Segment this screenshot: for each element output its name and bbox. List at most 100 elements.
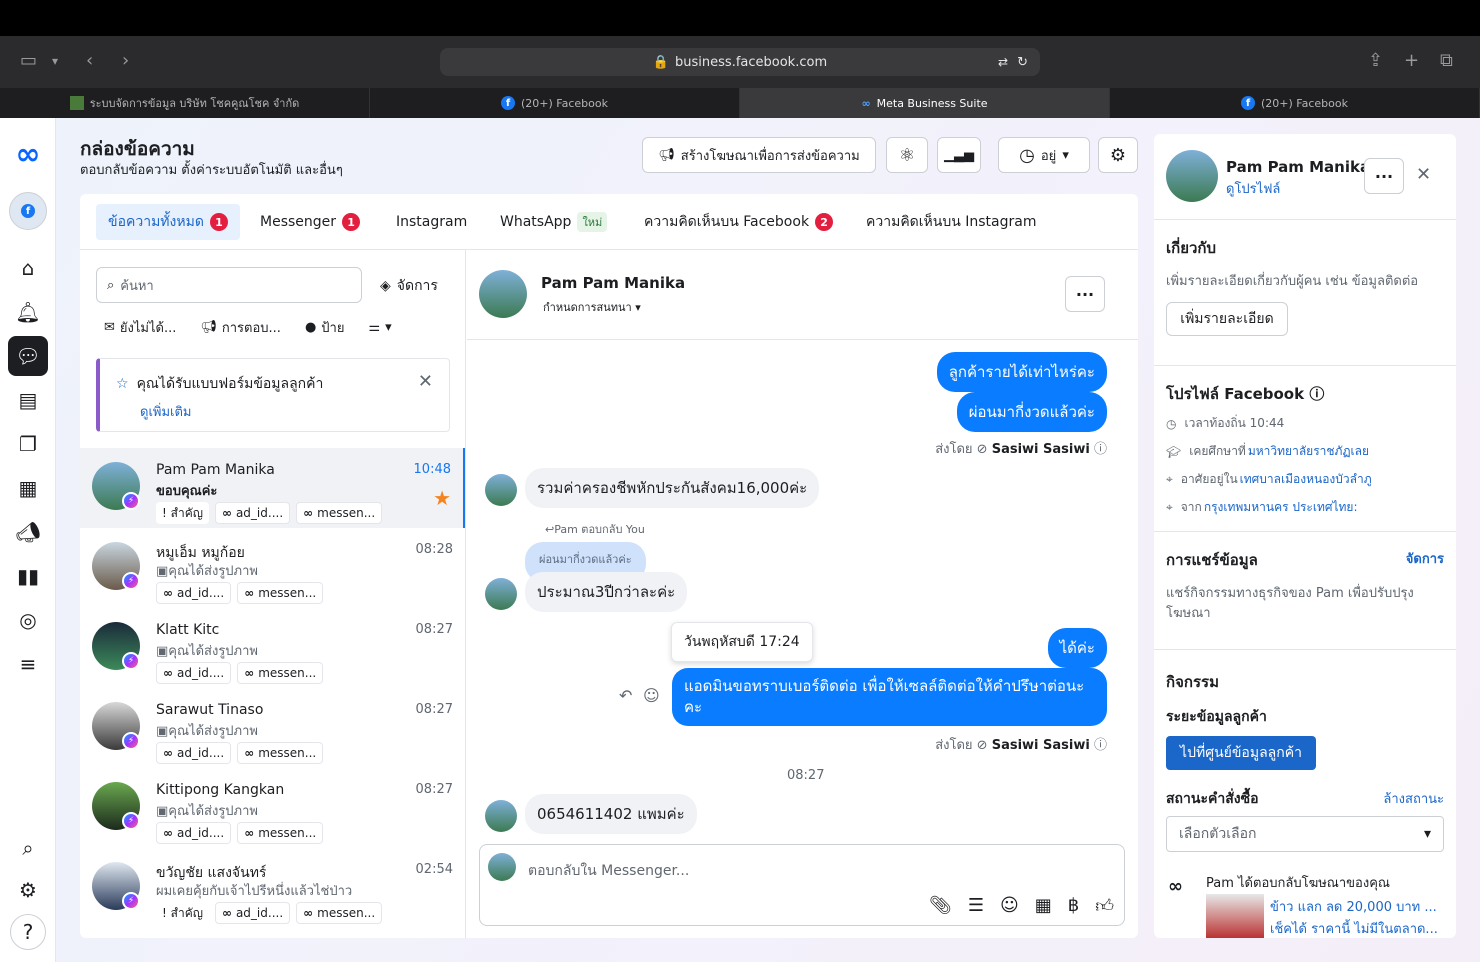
- more-options-button[interactable]: ···: [1065, 276, 1105, 312]
- tab-whatsapp[interactable]: WhatsApp ใหม่: [488, 204, 619, 240]
- translate-icon[interactable]: ⇄: [998, 55, 1008, 69]
- notice-see-more-link[interactable]: ดูเพิ่มเติม: [140, 401, 191, 422]
- tab-instagram[interactable]: Instagram: [384, 204, 479, 240]
- browser-tab[interactable]: f (20+) Facebook: [1110, 88, 1480, 118]
- ad-thumbnail[interactable]: [1206, 894, 1264, 938]
- tag-messenger[interactable]: ∞ messen...: [237, 822, 324, 844]
- emoji-icon[interactable]: ☺: [1000, 895, 1019, 917]
- tabs-overview-icon[interactable]: ⧉: [1440, 50, 1453, 71]
- message-bubble-incoming[interactable]: ประมาณ3ปีกว่าละค่ะ: [525, 572, 688, 612]
- notifications-icon[interactable]: 🔔︎: [8, 292, 48, 332]
- tag-ad-id[interactable]: ∞ ad_id....: [156, 742, 232, 764]
- view-profile-link[interactable]: ดูโปรไฟล์: [1226, 178, 1280, 199]
- conversation-item[interactable]: ⚡ หมูเอ็ม หมูก้อย 08:28 ▣คุณได้ส่งรูปภาพ…: [80, 528, 465, 608]
- search-icon[interactable]: ⌕: [8, 828, 48, 868]
- conversation-item[interactable]: ⚡ Klatt Kitc 08:27 ▣คุณได้ส่งรูปภาพ ∞ ad_…: [80, 608, 465, 688]
- conversation-item[interactable]: ⚡ ขวัญชัย แสงจันทร์ 02:54 ผมเคยคุ้ยกับเจ…: [80, 848, 465, 928]
- tab-messenger[interactable]: Messenger 1: [248, 204, 372, 240]
- more-options-button[interactable]: ···: [1364, 158, 1404, 194]
- manage-button[interactable]: ◈ จัดการ: [380, 275, 438, 297]
- payment-icon[interactable]: ฿: [1068, 895, 1079, 917]
- location-link[interactable]: เทศบาลเมืองหนองบัวลำภู: [1240, 470, 1372, 489]
- sidebar-toggle-icon[interactable]: ▭: [20, 50, 37, 71]
- clear-status-link[interactable]: ล้างสถานะ: [1383, 788, 1444, 809]
- content-icon[interactable]: ❐: [8, 424, 48, 464]
- address-bar[interactable]: 🔒 business.facebook.com ⇄ ↻: [440, 48, 1040, 76]
- chat-contact-name[interactable]: Pam Pam Manika: [541, 274, 685, 292]
- order-status-select[interactable]: เลือกตัวเลือก ▾: [1166, 816, 1444, 852]
- conversation-item[interactable]: ⚡ Kittipong Kangkan 08:27 ▣คุณได้ส่งรูปภ…: [80, 768, 465, 848]
- help-icon[interactable]: ?: [10, 914, 46, 950]
- message-bubble-outgoing[interactable]: ผ่อนมากี่งวดแล้วค่ะ: [956, 392, 1107, 432]
- reply-icon[interactable]: ↶: [619, 686, 632, 705]
- conversation-item[interactable]: ⚡ Sarawut Tinaso 08:27 ▣คุณได้ส่งรูปภาพ …: [80, 688, 465, 768]
- contacts-icon[interactable]: ▤: [8, 380, 48, 420]
- ad-subtitle-link[interactable]: เช็คได้ ราคานี้ ไม่มีในตลาด...: [1270, 918, 1438, 939]
- tag-ad-id[interactable]: ∞ ad_id....: [156, 822, 232, 844]
- tag-ad-id[interactable]: ∞ ad_id....: [214, 902, 291, 924]
- tag-important[interactable]: ! สำคัญ: [156, 902, 209, 924]
- page-avatar[interactable]: f: [9, 192, 47, 230]
- tag-messenger[interactable]: ∞ messen...: [296, 502, 383, 524]
- chevron-down-icon[interactable]: ▾: [52, 54, 58, 68]
- new-tab-icon[interactable]: +: [1404, 50, 1419, 71]
- table-icon[interactable]: ▦: [1035, 895, 1052, 917]
- share-icon[interactable]: ⇪: [1368, 50, 1383, 71]
- tag-messenger[interactable]: ∞ messen...: [237, 662, 324, 684]
- meta-logo-icon[interactable]: ∞: [8, 134, 48, 174]
- planner-icon[interactable]: ▦: [8, 468, 48, 508]
- message-bubble-incoming[interactable]: 0654611402 แพมค่ะ: [525, 794, 697, 834]
- tag-ad-id[interactable]: ∞ ad_id....: [156, 582, 232, 604]
- manage-sharing-link[interactable]: จัดการ: [1406, 548, 1444, 569]
- thumbs-up-icon[interactable]: 👍︎: [1095, 895, 1114, 917]
- avatar[interactable]: [479, 270, 527, 318]
- message-bubble-outgoing[interactable]: ได้ค่ะ: [1047, 628, 1107, 668]
- tab-instagram-comments[interactable]: ความคิดเห็นบน Instagram: [854, 204, 1049, 240]
- reply-composer[interactable]: ตอบกลับใน Messenger... 📎︎ ☰ ☺ ▦ ฿ 👍︎: [479, 844, 1125, 926]
- tag-important[interactable]: ! สำคัญ: [156, 502, 209, 524]
- create-message-ad-button[interactable]: 📢︎ สร้างโฆษณาเพื่อการส่งข้อความ: [642, 137, 876, 173]
- forward-icon[interactable]: ›: [122, 50, 129, 71]
- saved-reply-icon[interactable]: ☰: [968, 895, 984, 917]
- inbox-icon[interactable]: 💬︎: [8, 336, 48, 376]
- tag-messenger[interactable]: ∞ messen...: [237, 742, 324, 764]
- add-details-button[interactable]: เพิ่มรายละเอียด: [1166, 302, 1288, 336]
- lead-center-button[interactable]: ไปที่ศูนย์ข้อมูลลูกค้า: [1166, 736, 1316, 770]
- tag-messenger[interactable]: ∞ messen...: [237, 582, 324, 604]
- insights-button[interactable]: ▁▃▅: [937, 137, 981, 173]
- assign-conversation-dropdown[interactable]: กำหนดการสนทนา ▾: [543, 298, 641, 316]
- tools-icon[interactable]: ◎: [8, 600, 48, 640]
- ads-icon[interactable]: 📣︎: [8, 512, 48, 552]
- education-link[interactable]: มหาวิทยาลัยราชภัฏเลย: [1248, 442, 1369, 461]
- emoji-reaction-icon[interactable]: ☺: [643, 686, 660, 705]
- search-input[interactable]: ⌕ ค้นหา: [96, 267, 362, 303]
- insights-icon[interactable]: ▮▮: [8, 556, 48, 596]
- tab-all-messages[interactable]: ข้อความทั้งหมด 1: [96, 204, 240, 240]
- browser-tab[interactable]: ระบบจัดการข้อมูล บริษัท โชคคูณโชค จำกัด: [0, 88, 370, 118]
- menu-icon[interactable]: ≡: [8, 644, 48, 684]
- star-icon[interactable]: ★: [433, 486, 451, 510]
- filter-label-tag[interactable]: ● ป้าย: [296, 312, 353, 342]
- automations-button[interactable]: ⚛: [886, 137, 928, 173]
- filter-unread[interactable]: ✉ ยังไม่ได้...: [96, 312, 185, 342]
- close-icon[interactable]: ✕: [1416, 164, 1431, 185]
- browser-tab[interactable]: f (20+) Facebook: [370, 88, 740, 118]
- filter-options[interactable]: ⚌ ▾: [360, 312, 400, 342]
- tag-ad-id[interactable]: ∞ ad_id....: [214, 502, 291, 524]
- attach-icon[interactable]: 📎︎: [929, 895, 952, 917]
- tab-facebook-comments[interactable]: ความคิดเห็นบน Facebook 2: [632, 204, 845, 240]
- back-icon[interactable]: ‹: [86, 50, 93, 71]
- home-icon[interactable]: ⌂: [8, 248, 48, 288]
- reload-icon[interactable]: ↻: [1017, 55, 1028, 70]
- ad-title-link[interactable]: ข้าว แลก ลด 20,000 บาท ...: [1270, 896, 1437, 917]
- conversation-item[interactable]: ⚡ Pam Pam Manika 10:48 ขอบคุณค่ะ ! สำคัญ…: [80, 448, 465, 528]
- tag-messenger[interactable]: ∞ messen...: [296, 902, 383, 924]
- close-icon[interactable]: ✕: [418, 371, 433, 392]
- avatar[interactable]: [1166, 150, 1218, 202]
- tag-ad-id[interactable]: ∞ ad_id....: [156, 662, 232, 684]
- availability-status-button[interactable]: ◷ อยู่ ▾: [998, 137, 1090, 173]
- message-bubble-outgoing[interactable]: ลูกค้ารายได้เท่าไหร่คะ: [936, 352, 1107, 392]
- inbox-settings-button[interactable]: ⚙: [1098, 137, 1138, 173]
- browser-tab-active[interactable]: ∞ Meta Business Suite: [740, 88, 1110, 118]
- hometown-link[interactable]: กรุงเทพมหานคร ประเทศไทย:: [1204, 498, 1358, 517]
